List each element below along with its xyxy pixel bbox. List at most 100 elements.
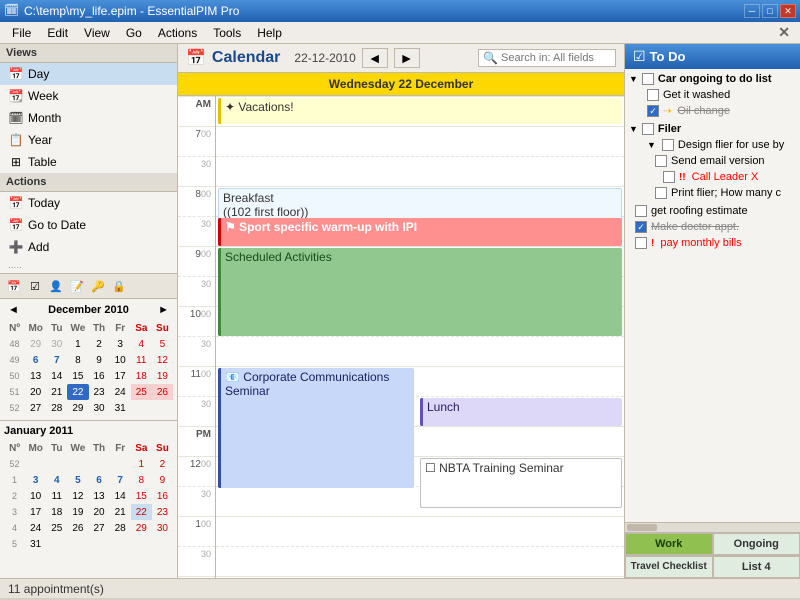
- dec-day[interactable]: 20: [25, 384, 46, 400]
- todo-tab-travel[interactable]: Travel Checklist: [625, 556, 713, 578]
- sidebar-item-today[interactable]: 📅 Today: [0, 192, 177, 214]
- todo-item-wash[interactable]: Get it washed: [627, 87, 798, 103]
- filer-group-check[interactable]: [642, 123, 654, 135]
- event-sport[interactable]: ⚑ Sport specific warm-up with IPI: [218, 218, 622, 246]
- mini-cal-prev-btn[interactable]: ◄: [4, 303, 23, 317]
- sidebar-item-day[interactable]: 📅 Day: [0, 63, 177, 85]
- jan-day[interactable]: 23: [152, 504, 173, 520]
- dec-day[interactable]: 13: [25, 368, 46, 384]
- jan-day[interactable]: 3: [25, 472, 46, 488]
- toolbar-check-btn[interactable]: ☑: [25, 276, 45, 296]
- toolbar-password-btn[interactable]: 🔑: [88, 276, 108, 296]
- todo-group-car-header[interactable]: ▼ Car ongoing to do list: [627, 71, 798, 87]
- jan-day[interactable]: 24: [25, 520, 46, 536]
- jan-day[interactable]: 19: [67, 504, 88, 520]
- maximize-button[interactable]: □: [762, 4, 778, 18]
- dec-day[interactable]: 8: [67, 352, 88, 368]
- jan-day[interactable]: 5: [67, 472, 88, 488]
- jan-day[interactable]: 22: [131, 504, 152, 520]
- jan-day[interactable]: 12: [67, 488, 88, 504]
- menu-edit[interactable]: Edit: [39, 24, 76, 42]
- event-vacations[interactable]: ✦ Vacations!: [218, 98, 622, 124]
- todo-tab-list4[interactable]: List 4: [713, 556, 800, 578]
- jan-day[interactable]: 16: [152, 488, 173, 504]
- dec-day[interactable]: 16: [89, 368, 110, 384]
- dec-day[interactable]: 2: [89, 336, 110, 352]
- toolbar-note-btn[interactable]: 📝: [67, 276, 87, 296]
- dec-day-today[interactable]: 22: [67, 384, 88, 400]
- menu-tools[interactable]: Tools: [205, 24, 249, 42]
- dec-day[interactable]: 29: [67, 400, 88, 416]
- jan-day[interactable]: 21: [110, 504, 131, 520]
- dec-day[interactable]: 1: [67, 336, 88, 352]
- dec-day[interactable]: 17: [110, 368, 131, 384]
- calendar-search[interactable]: 🔍: [478, 49, 616, 67]
- dec-day[interactable]: 14: [46, 368, 67, 384]
- jan-day[interactable]: 27: [89, 520, 110, 536]
- dec-day[interactable]: 15: [67, 368, 88, 384]
- jan-day[interactable]: 30: [152, 520, 173, 536]
- dec-day[interactable]: 5: [152, 336, 173, 352]
- close-button[interactable]: ✕: [780, 4, 796, 18]
- minimize-button[interactable]: ─: [744, 4, 760, 18]
- jan-day[interactable]: 1: [131, 456, 152, 472]
- car-group-check[interactable]: [642, 73, 654, 85]
- jan-day[interactable]: 29: [131, 520, 152, 536]
- dec-day[interactable]: 12: [152, 352, 173, 368]
- design-check[interactable]: [662, 139, 674, 151]
- menu-close-button[interactable]: ✕: [772, 22, 796, 43]
- calendar-scroll[interactable]: AM 700 30 800 30 900 30 1000 30 1100 30: [178, 96, 624, 578]
- dec-day[interactable]: 3: [110, 336, 131, 352]
- jan-day[interactable]: 15: [131, 488, 152, 504]
- jan-day[interactable]: 10: [25, 488, 46, 504]
- jan-day[interactable]: 28: [110, 520, 131, 536]
- event-nbta[interactable]: ☐ NBTA Training Seminar: [420, 458, 622, 508]
- jan-day[interactable]: 26: [67, 520, 88, 536]
- dec-day[interactable]: 6: [25, 352, 46, 368]
- jan-day[interactable]: 25: [46, 520, 67, 536]
- dec-day[interactable]: 25: [131, 384, 152, 400]
- menu-go[interactable]: Go: [118, 24, 150, 42]
- sidebar-item-week[interactable]: 📆 Week: [0, 85, 177, 107]
- todo-item-print[interactable]: Print flier; How many c: [627, 185, 798, 201]
- sidebar-item-table[interactable]: ⊞ Table: [0, 151, 177, 173]
- jan-day[interactable]: 7: [110, 472, 131, 488]
- dec-day[interactable]: 24: [110, 384, 131, 400]
- dec-day[interactable]: 27: [25, 400, 46, 416]
- jan-day[interactable]: 31: [25, 536, 46, 552]
- todo-item-bills[interactable]: ! pay monthly bills: [627, 235, 798, 251]
- todo-hscrollbar[interactable]: [625, 522, 800, 532]
- menu-file[interactable]: File: [4, 24, 39, 42]
- dec-day[interactable]: 30: [89, 400, 110, 416]
- dec-day[interactable]: 28: [46, 400, 67, 416]
- dec-day[interactable]: 7: [46, 352, 67, 368]
- jan-day[interactable]: 18: [46, 504, 67, 520]
- todo-item-email[interactable]: Send email version: [627, 153, 798, 169]
- print-check[interactable]: [655, 187, 667, 199]
- todo-hscroll-thumb[interactable]: [627, 524, 657, 531]
- jan-day[interactable]: 4: [46, 472, 67, 488]
- todo-item-call[interactable]: !! Call Leader X: [627, 169, 798, 185]
- calendar-prev-button[interactable]: ◄: [362, 48, 388, 68]
- dec-day[interactable]: 4: [131, 336, 152, 352]
- sidebar-item-goto[interactable]: 📅 Go to Date: [0, 214, 177, 236]
- event-scheduled[interactable]: Scheduled Activities: [218, 248, 622, 336]
- sidebar-item-add[interactable]: ➕ Add: [0, 236, 177, 258]
- todo-item-design[interactable]: ▼ Design flier for use by: [627, 137, 798, 153]
- search-input[interactable]: [501, 52, 611, 64]
- email-check[interactable]: [655, 155, 667, 167]
- dec-day[interactable]: 31: [110, 400, 131, 416]
- call-check[interactable]: [663, 171, 675, 183]
- todo-item-doctor[interactable]: ✓ Make doctor appt.: [627, 219, 798, 235]
- wash-check[interactable]: [647, 89, 659, 101]
- calendar-next-button[interactable]: ►: [394, 48, 420, 68]
- sidebar-item-month[interactable]: 🗓 Month: [0, 107, 177, 129]
- jan-day[interactable]: 8: [131, 472, 152, 488]
- menu-actions[interactable]: Actions: [150, 24, 205, 42]
- dec-day[interactable]: 18: [131, 368, 152, 384]
- dec-day[interactable]: 21: [46, 384, 67, 400]
- doctor-check[interactable]: ✓: [635, 221, 647, 233]
- jan-day[interactable]: 20: [89, 504, 110, 520]
- mini-cal-next-btn[interactable]: ►: [154, 303, 173, 317]
- toolbar-calendar-btn[interactable]: 📅: [4, 276, 24, 296]
